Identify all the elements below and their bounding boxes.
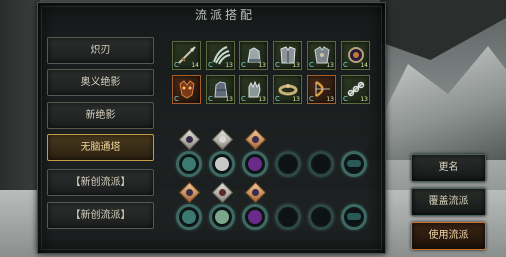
equip-slot-r1-2[interactable]: C 13 <box>206 41 235 70</box>
socket-r1-1[interactable] <box>176 151 202 177</box>
socket-r1-2[interactable] <box>209 151 235 177</box>
school-item-1[interactable]: 炽刃 <box>47 37 154 64</box>
beast-mask-icon <box>179 80 195 99</box>
socket-r1-5[interactable] <box>308 151 334 177</box>
equip-slot-r2-2[interactable]: C 13 <box>206 75 235 104</box>
socket-r1-4[interactable] <box>275 151 301 177</box>
equip-slot-r1-4[interactable]: C 13 <box>273 41 302 70</box>
item-level: 14 <box>191 62 199 69</box>
school-item-3[interactable]: 新绝影 <box>47 102 154 129</box>
item-level: 13 <box>360 96 368 103</box>
school-item-2[interactable]: 奥义绝影 <box>47 69 154 96</box>
school-item-6[interactable]: 【新创流派】 <box>47 202 154 229</box>
equip-slot-r2-1[interactable]: C <box>172 75 201 104</box>
item-level: 13 <box>326 96 334 103</box>
item-level: 13 <box>326 62 334 69</box>
item-level: 13 <box>225 96 233 103</box>
equip-slot-r1-6[interactable]: C 14 <box>341 41 370 70</box>
socket-r2-2[interactable] <box>209 204 235 230</box>
rename-button[interactable]: 更名 <box>411 154 486 182</box>
socket-r2-5[interactable] <box>308 204 334 230</box>
socket-r2-4[interactable] <box>275 204 301 230</box>
socket-r2-3[interactable] <box>242 204 268 230</box>
school-item-5[interactable]: 【新创流派】 <box>47 169 154 196</box>
socket-r1-6[interactable] <box>341 151 367 177</box>
equip-slot-r1-1[interactable]: C 14 <box>172 41 201 70</box>
equip-slot-r2-6[interactable]: C 13 <box>341 75 370 104</box>
equip-slot-r1-3[interactable]: C 13 <box>239 41 268 70</box>
socket-r2-6[interactable] <box>341 204 367 230</box>
use-school-button[interactable]: 使用流派 <box>411 222 486 250</box>
item-level: 13 <box>225 62 233 69</box>
item-level: 13 <box>292 62 300 69</box>
socket-r2-1[interactable] <box>176 204 202 230</box>
equip-slot-r1-5[interactable]: C 13 <box>307 41 336 70</box>
school-item-4-selected[interactable]: 无脑通塔 <box>47 134 154 161</box>
equip-slot-r2-5[interactable]: C 13 <box>307 75 336 104</box>
item-level: 14 <box>360 62 368 69</box>
panel-title: 流派搭配 <box>194 8 255 22</box>
equip-slot-r2-4[interactable]: C 13 <box>273 75 302 104</box>
overwrite-school-button[interactable]: 覆盖流派 <box>411 188 486 216</box>
equip-slot-r2-3[interactable]: C 13 <box>239 75 268 104</box>
socket-r1-3[interactable] <box>242 151 268 177</box>
item-level: 13 <box>258 96 266 103</box>
item-level: 13 <box>258 62 266 69</box>
item-level: 13 <box>292 96 300 103</box>
